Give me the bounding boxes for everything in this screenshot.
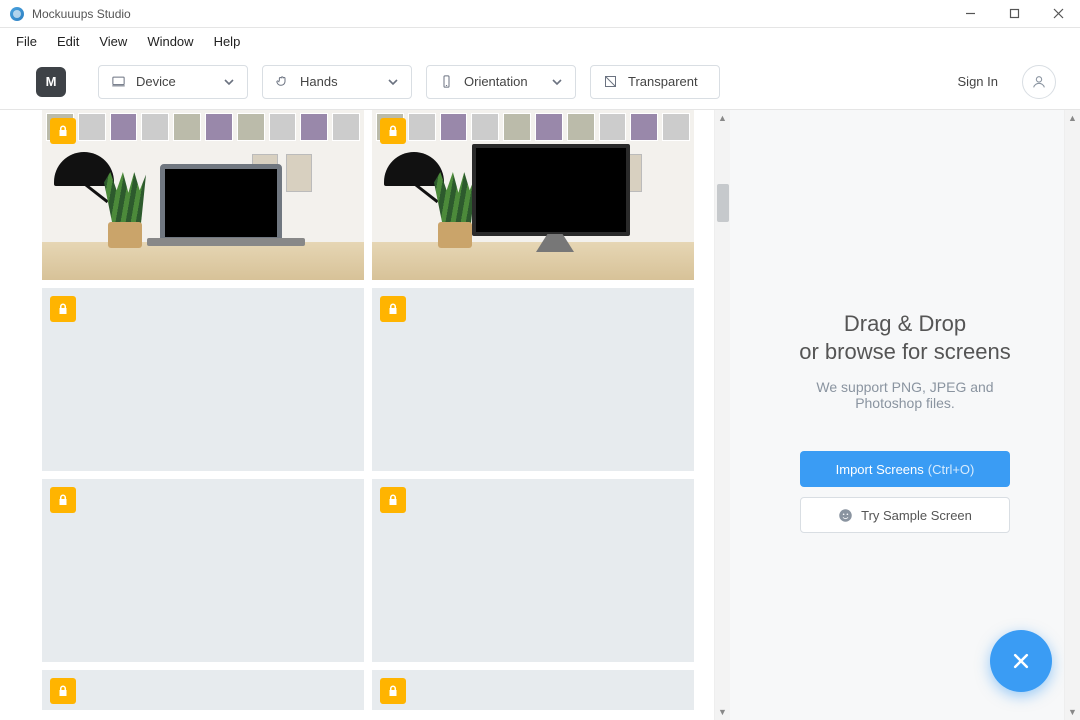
minimize-button[interactable] xyxy=(948,0,992,28)
orientation-filter[interactable]: Orientation xyxy=(426,65,576,99)
device-icon xyxy=(111,74,126,89)
mockup-card[interactable] xyxy=(42,479,364,662)
mockup-card[interactable] xyxy=(372,110,694,280)
mockup-card[interactable] xyxy=(372,479,694,662)
scrollbar-thumb[interactable] xyxy=(717,184,729,222)
lock-icon xyxy=(50,678,76,704)
import-screens-button[interactable]: Import Screens (Ctrl+O) xyxy=(800,451,1010,487)
lock-icon xyxy=(380,296,406,322)
scroll-down-icon[interactable]: ▼ xyxy=(715,704,730,720)
lock-icon xyxy=(380,118,406,144)
chevron-down-icon xyxy=(551,76,563,88)
toolbar: M Device Hands Orientation Transparent S… xyxy=(0,54,1080,110)
mockup-card[interactable] xyxy=(42,110,364,280)
mockup-card[interactable] xyxy=(42,288,364,471)
hands-filter[interactable]: Hands xyxy=(262,65,412,99)
chevron-down-icon xyxy=(223,76,235,88)
app-logo-badge[interactable]: M xyxy=(36,67,66,97)
device-filter[interactable]: Device xyxy=(98,65,248,99)
lock-icon xyxy=(50,118,76,144)
lock-icon xyxy=(50,296,76,322)
gallery-pane: ▲ ▼ xyxy=(0,110,730,720)
gallery-scrollbar[interactable]: ▲ ▼ xyxy=(714,110,730,720)
menu-window[interactable]: Window xyxy=(137,31,203,52)
scroll-up-icon[interactable]: ▲ xyxy=(1065,110,1080,126)
menu-bar: File Edit View Window Help xyxy=(0,28,1080,54)
drop-subtitle: We support PNG, JPEG and Photoshop files… xyxy=(730,379,1080,411)
mockup-gallery[interactable] xyxy=(0,110,714,720)
window-titlebar: Mockuuups Studio xyxy=(0,0,1080,28)
hand-icon xyxy=(275,74,290,89)
maximize-button[interactable] xyxy=(992,0,1036,28)
smiley-icon xyxy=(838,508,853,523)
menu-edit[interactable]: Edit xyxy=(47,31,89,52)
scroll-up-icon[interactable]: ▲ xyxy=(715,110,730,126)
mockup-card[interactable] xyxy=(372,288,694,471)
app-body: ▲ ▼ Drag & Drop or browse for screens We… xyxy=(0,110,1080,720)
transparent-label: Transparent xyxy=(628,74,698,89)
account-avatar[interactable] xyxy=(1022,65,1056,99)
user-icon xyxy=(1031,74,1047,90)
drop-title: Drag & Drop or browse for screens xyxy=(730,310,1080,365)
hands-filter-label: Hands xyxy=(300,74,338,89)
import-shortcut: (Ctrl+O) xyxy=(928,462,975,477)
lock-icon xyxy=(380,487,406,513)
close-icon xyxy=(1011,651,1031,671)
chevron-down-icon xyxy=(387,76,399,88)
drop-panel[interactable]: Drag & Drop or browse for screens We sup… xyxy=(730,110,1080,720)
menu-view[interactable]: View xyxy=(89,31,137,52)
scroll-down-icon[interactable]: ▼ xyxy=(1065,704,1080,720)
app-icon xyxy=(10,7,24,21)
lock-icon xyxy=(380,678,406,704)
menu-help[interactable]: Help xyxy=(204,31,251,52)
transparent-toggle[interactable]: Transparent xyxy=(590,65,720,99)
sample-label: Try Sample Screen xyxy=(861,508,972,523)
lock-icon xyxy=(50,487,76,513)
transparency-icon xyxy=(603,74,618,89)
device-filter-label: Device xyxy=(136,74,176,89)
sign-in-link[interactable]: Sign In xyxy=(958,74,998,89)
window-title: Mockuuups Studio xyxy=(32,7,948,21)
import-label: Import Screens xyxy=(836,462,924,477)
mockup-card[interactable] xyxy=(42,670,364,710)
try-sample-button[interactable]: Try Sample Screen xyxy=(800,497,1010,533)
menu-file[interactable]: File xyxy=(6,31,47,52)
orientation-filter-label: Orientation xyxy=(464,74,528,89)
mockup-card[interactable] xyxy=(372,670,694,710)
phone-icon xyxy=(439,74,454,89)
fab-close-button[interactable] xyxy=(990,630,1052,692)
panel-scrollbar[interactable]: ▲ ▼ xyxy=(1064,110,1080,720)
close-button[interactable] xyxy=(1036,0,1080,28)
